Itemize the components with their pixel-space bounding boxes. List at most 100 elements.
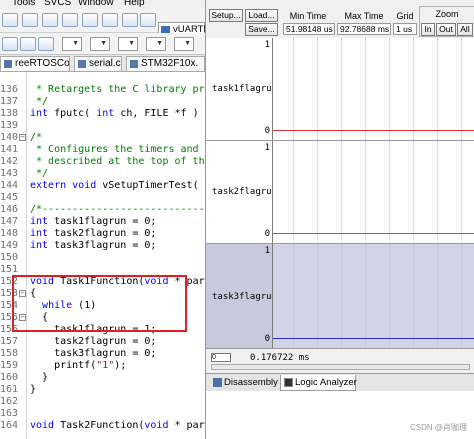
toolbar-icon[interactable] bbox=[62, 13, 78, 27]
fold-toggle-icon[interactable]: − bbox=[19, 134, 26, 141]
load-button[interactable]: Load... bbox=[245, 9, 278, 22]
toolbar-icon[interactable] bbox=[102, 13, 118, 27]
code-text: /* bbox=[30, 132, 43, 143]
tab-logic-analyzer[interactable]: Logic Analyzer bbox=[280, 375, 357, 391]
tab-serial[interactable]: serial.c bbox=[74, 56, 122, 71]
code-line[interactable]: 143 */ bbox=[0, 168, 205, 180]
signal-names-panel: 1 task1flagrun 0 1 task2flagrun 0 1 task… bbox=[206, 38, 277, 348]
scroll-value-box[interactable]: 0 bbox=[211, 353, 231, 362]
line-number: 144 bbox=[0, 180, 19, 191]
code-editor[interactable]: 136 * Retargets the C library pr 137 */13… bbox=[0, 72, 205, 439]
tab-stm32f10x[interactable]: STM32F10x. bbox=[126, 56, 205, 71]
task2-trace bbox=[273, 233, 474, 234]
serial-dropdown[interactable]: ▼ bbox=[146, 37, 166, 51]
memory-dropdown[interactable]: ▼ bbox=[118, 37, 138, 51]
signal-row-selected[interactable]: 1 task3flagrun 0 bbox=[206, 244, 277, 348]
menu-window[interactable]: Window bbox=[78, 0, 114, 8]
view-dropdown[interactable]: ▼ bbox=[90, 37, 110, 51]
signal-name: task3flagrun bbox=[212, 292, 278, 302]
highlight-box bbox=[12, 275, 187, 332]
zoom-in-button[interactable]: In bbox=[421, 23, 435, 36]
code-line[interactable]: 159 printf("1"); bbox=[0, 360, 205, 372]
code-line[interactable]: 145 bbox=[0, 192, 205, 204]
line-number: 162 bbox=[0, 396, 19, 407]
grid-line bbox=[341, 38, 342, 348]
toolbar-icon[interactable] bbox=[20, 37, 36, 51]
toolbar-icon[interactable] bbox=[42, 13, 58, 27]
signal-row[interactable]: 1 task1flagrun 0 bbox=[206, 38, 277, 140]
code-line[interactable]: 148 int task2flagrun = 0; bbox=[0, 228, 205, 240]
menu-bar: Tools SVCS Window Help bbox=[0, 0, 205, 9]
zoom-out-button[interactable]: Out bbox=[436, 23, 456, 36]
save-button[interactable]: Save... bbox=[245, 23, 278, 36]
toolbar-icon[interactable] bbox=[22, 13, 38, 27]
watermark: CSDN @肖咖理 bbox=[409, 423, 467, 432]
code-line[interactable]: 139 bbox=[0, 120, 205, 132]
setup-button[interactable]: Setup... bbox=[209, 9, 243, 22]
code-text: task2flagrun = 0; bbox=[30, 336, 157, 347]
code-line[interactable]: 147 int task1flagrun = 0; bbox=[0, 216, 205, 228]
code-line[interactable]: 137 */ bbox=[0, 96, 205, 108]
file-icon bbox=[130, 60, 138, 68]
menu-tools[interactable]: Tools bbox=[12, 0, 35, 8]
code-text: * described at the top of th bbox=[30, 156, 205, 167]
tab-freertosconfig[interactable]: reeRTOSConfig.h bbox=[0, 56, 70, 71]
menu-svcs[interactable]: SVCS bbox=[44, 0, 71, 8]
code-text: printf("1"); bbox=[30, 360, 127, 371]
code-line[interactable]: 158 task3flagrun = 0; bbox=[0, 348, 205, 360]
tab-disassembly[interactable]: Disassembly bbox=[210, 375, 278, 391]
toolbar-icon[interactable] bbox=[82, 13, 98, 27]
horizontal-scrollbar[interactable] bbox=[211, 364, 470, 370]
waveform-plot[interactable] bbox=[272, 38, 474, 348]
signal-name: task1flagrun bbox=[212, 84, 278, 94]
code-line[interactable]: 161} bbox=[0, 384, 205, 396]
code-line[interactable]: 162 bbox=[0, 396, 205, 408]
line-number: 136 bbox=[0, 84, 19, 95]
code-line[interactable]: 150 bbox=[0, 252, 205, 264]
analyzer-toolbar: Setup... Load... Save... Min Time 51.981… bbox=[206, 0, 474, 38]
toolbar-icon[interactable] bbox=[140, 13, 156, 27]
window-dropdown[interactable]: ▼ bbox=[62, 37, 82, 51]
code-text: int fputc( int ch, FILE *f ) bbox=[30, 108, 199, 119]
code-line[interactable]: 142 * described at the top of th bbox=[0, 156, 205, 168]
signal-high-label: 1 bbox=[264, 40, 270, 50]
code-line[interactable] bbox=[0, 72, 205, 84]
empty-area: CSDN @肖咖理 bbox=[206, 391, 474, 439]
signal-row[interactable]: 1 task2flagrun 0 bbox=[206, 141, 277, 243]
toolbar-icon[interactable] bbox=[2, 13, 18, 27]
signal-high-label: 1 bbox=[264, 143, 270, 153]
code-line[interactable]: 141 * Configures the timers and bbox=[0, 144, 205, 156]
analysis-dropdown[interactable]: ▼ bbox=[174, 37, 194, 51]
tab-label: reeRTOSConfig.h bbox=[15, 58, 70, 69]
code-line[interactable]: 164 void Task2Function(void * param) bbox=[0, 420, 205, 432]
code-line[interactable]: 144 extern void vSetupTimerTest( bbox=[0, 180, 205, 192]
menu-help[interactable]: Help bbox=[124, 0, 145, 8]
code-line[interactable]: 149 int task3flagrun = 0; bbox=[0, 240, 205, 252]
zoom-all-button[interactable]: All bbox=[457, 23, 473, 36]
code-text: } bbox=[30, 384, 37, 395]
max-time-label: Max Time bbox=[344, 11, 384, 21]
code-text: * Configures the timers and bbox=[30, 144, 199, 155]
code-line[interactable]: 163 bbox=[0, 408, 205, 420]
line-number: 164 bbox=[0, 420, 19, 431]
code-line[interactable]: 138 int fputc( int ch, FILE *f ) bbox=[0, 108, 205, 120]
toolbar-top: vUARTIn bbox=[0, 9, 211, 38]
code-line[interactable]: 136 * Retargets the C library pr bbox=[0, 84, 205, 96]
disassembly-icon bbox=[213, 378, 222, 387]
line-number: 146 bbox=[0, 204, 19, 215]
code-line[interactable]: 140−/* bbox=[0, 132, 205, 144]
tab-label: STM32F10x. bbox=[141, 58, 199, 69]
analyzer-body: 1 task1flagrun 0 1 task2flagrun 0 1 task… bbox=[206, 38, 474, 348]
code-line[interactable]: 160 } bbox=[0, 372, 205, 384]
line-number: 158 bbox=[0, 348, 19, 359]
code-text: /*--------------------------- bbox=[30, 204, 205, 215]
zoom-label: Zoom bbox=[435, 9, 459, 19]
code-line[interactable]: 146 /*--------------------------- bbox=[0, 204, 205, 216]
code-line[interactable]: 157 task2flagrun = 0; bbox=[0, 336, 205, 348]
signal-high-label: 1 bbox=[264, 246, 270, 256]
code-text: extern void vSetupTimerTest( bbox=[30, 180, 199, 191]
logic-analyzer-window: Setup... Load... Save... Min Time 51.981… bbox=[205, 0, 474, 439]
toolbar-icon[interactable] bbox=[122, 13, 138, 27]
toolbar-icon[interactable] bbox=[38, 37, 54, 51]
settings-icon[interactable] bbox=[2, 37, 18, 51]
